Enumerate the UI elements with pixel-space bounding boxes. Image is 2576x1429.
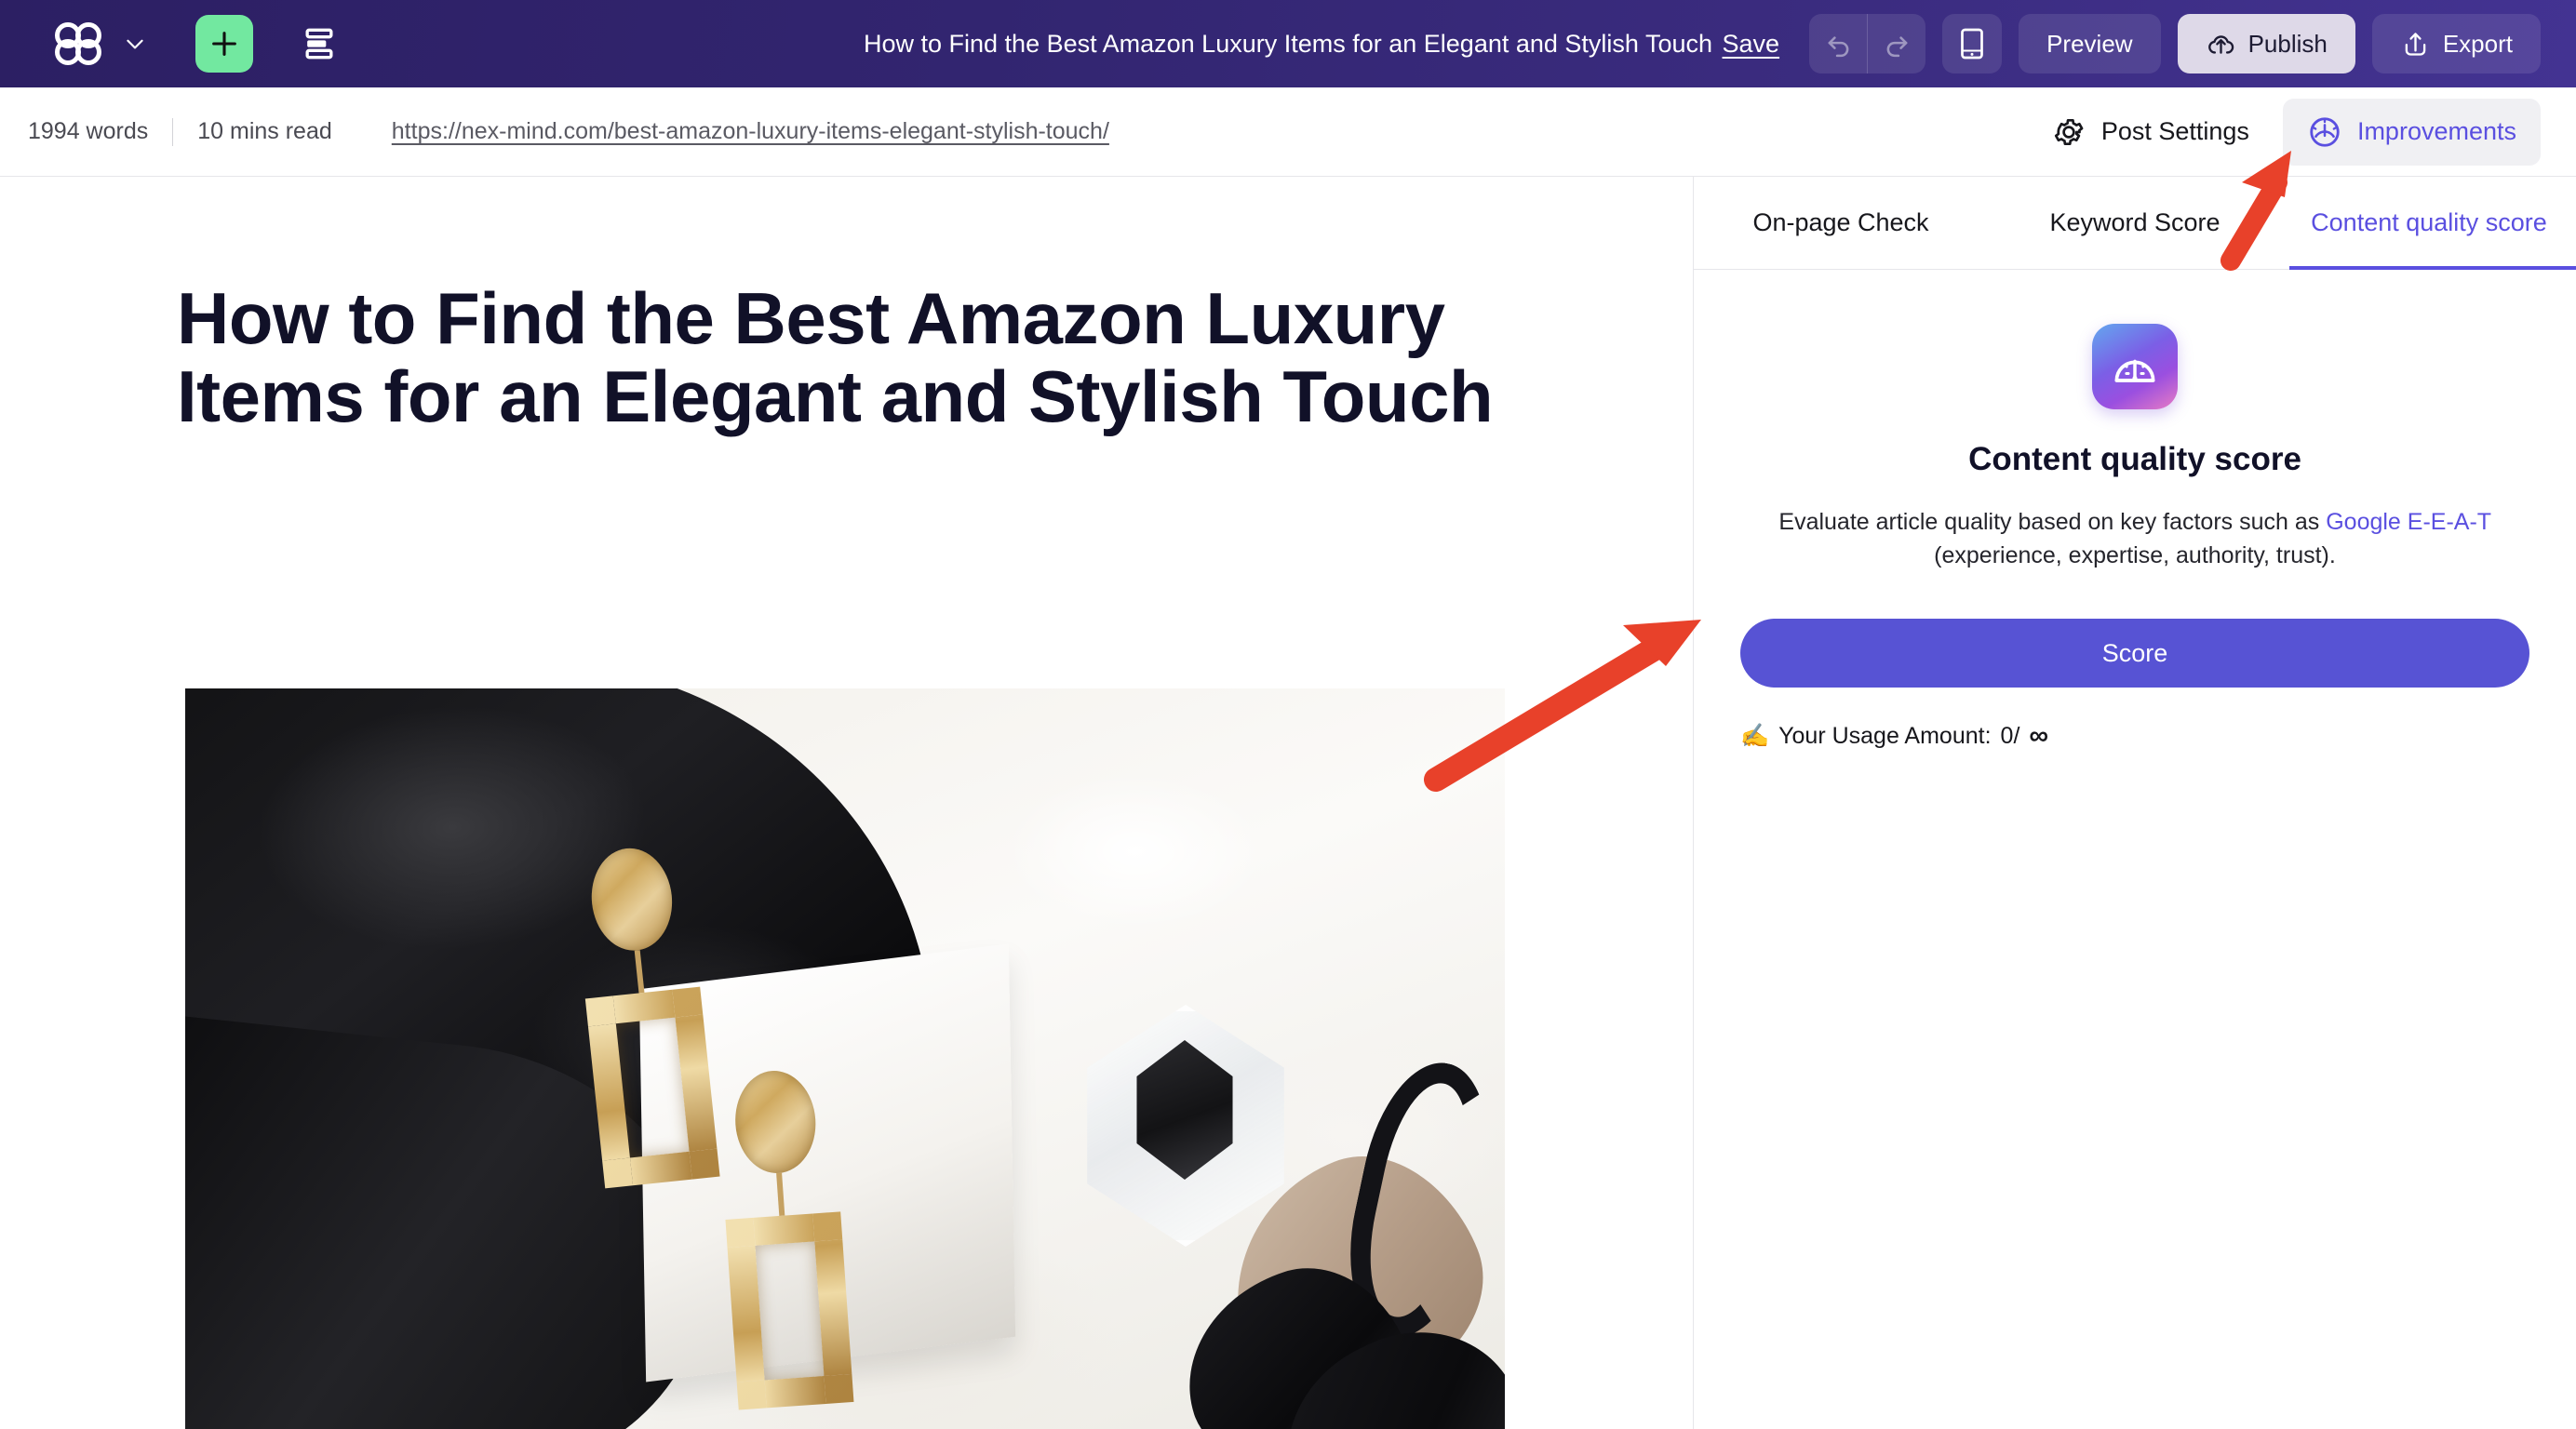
usage-label: Your Usage Amount: xyxy=(1778,723,1992,749)
earring-link xyxy=(776,1172,785,1216)
tab-keyword-score[interactable]: Keyword Score xyxy=(1988,177,2282,269)
top-toolbar-actions: Save Preview Publish Export xyxy=(1723,14,2541,73)
preview-label: Preview xyxy=(2046,29,2133,58)
earring-pendant xyxy=(584,986,720,1189)
publish-button[interactable]: Publish xyxy=(2177,14,2355,73)
export-upload-icon xyxy=(2405,32,2426,56)
panel-description: Evaluate article quality based on key fa… xyxy=(1740,506,2529,572)
gauge-icon xyxy=(2310,116,2340,147)
redo-button[interactable] xyxy=(1868,14,1925,73)
earring-stud xyxy=(731,1068,820,1176)
panel-description-after: (experience, expertise, authority, trust… xyxy=(1934,541,2336,568)
layout-toggle-button[interactable] xyxy=(294,19,344,69)
gear-icon xyxy=(2054,118,2084,145)
word-count: 1994 words xyxy=(28,118,149,144)
plus-icon xyxy=(212,32,236,56)
history-button-group xyxy=(1809,14,1926,73)
meta-toolbar-actions: Post Settings Improvements xyxy=(2027,98,2541,166)
mobile-preview-button[interactable] xyxy=(1942,14,2003,73)
document-meta: 1994 words 10 mins read xyxy=(28,117,332,146)
chevron-down-icon xyxy=(127,39,143,49)
post-url-link[interactable]: https://nex-mind.com/best-amazon-luxury-… xyxy=(392,118,1109,145)
panel-title: Content quality score xyxy=(1968,441,2301,477)
main-stage: How to Find the Best Amazon Luxury Items… xyxy=(0,177,2576,1429)
undo-button[interactable] xyxy=(1809,14,1867,73)
usage-value: 0/ xyxy=(2000,723,2020,749)
article-editor[interactable]: How to Find the Best Amazon Luxury Items… xyxy=(0,177,1694,1429)
panel-content: Content quality score Evaluate article q… xyxy=(1694,270,2576,1429)
undo-icon xyxy=(1828,35,1848,57)
layout-icon xyxy=(305,28,333,60)
tab-on-page-check[interactable]: On-page Check xyxy=(1694,177,1988,269)
preview-button[interactable]: Preview xyxy=(2019,14,2161,73)
export-label: Export xyxy=(2442,29,2513,58)
meta-toolbar: 1994 words 10 mins read https://nex-mind… xyxy=(0,87,2576,177)
redo-icon xyxy=(1886,35,1908,57)
publish-label: Publish xyxy=(2247,29,2328,58)
content-quality-icon xyxy=(2092,324,2178,409)
read-time: 10 mins read xyxy=(197,118,332,144)
app-logo-menu[interactable] xyxy=(52,22,147,65)
score-button[interactable]: Score xyxy=(1740,619,2529,688)
improvements-label: Improvements xyxy=(2356,117,2516,145)
post-settings-button[interactable]: Post Settings xyxy=(2027,99,2274,166)
meta-divider xyxy=(172,117,174,146)
nexmind-logo-icon xyxy=(55,22,101,65)
earring-pendant xyxy=(725,1211,854,1410)
improvements-panel: On-page Check Keyword Score Content qual… xyxy=(1694,177,2576,1429)
google-eeat-link[interactable]: Google E-E-A-T xyxy=(2326,509,2490,535)
add-new-button[interactable] xyxy=(195,15,253,73)
article-title[interactable]: How to Find the Best Amazon Luxury Items… xyxy=(177,279,1508,436)
mobile-preview-icon xyxy=(1961,28,1983,60)
panel-tabs: On-page Check Keyword Score Content qual… xyxy=(1694,177,2576,270)
gauge-gradient-icon xyxy=(2114,359,2155,382)
panel-description-before: Evaluate article quality based on key fa… xyxy=(1778,509,2327,535)
usage-amount: ✍ Your Usage Amount: 0/ ∞ xyxy=(1740,721,2048,752)
cloud-upload-icon xyxy=(2207,34,2234,54)
improvements-button[interactable]: Improvements xyxy=(2282,98,2541,166)
top-toolbar: How to Find the Best Amazon Luxury Items… xyxy=(0,0,2576,87)
post-settings-label: Post Settings xyxy=(2100,117,2249,145)
earring-stud xyxy=(586,844,678,955)
earring-link xyxy=(634,950,645,994)
writing-hand-icon: ✍ xyxy=(1740,723,1770,749)
save-button[interactable]: Save xyxy=(1723,30,1780,59)
usage-limit: ∞ xyxy=(2029,721,2049,751)
export-button[interactable]: Export xyxy=(2371,14,2541,73)
hero-image[interactable] xyxy=(185,688,1505,1429)
tab-content-quality-score[interactable]: Content quality score xyxy=(2282,177,2576,270)
